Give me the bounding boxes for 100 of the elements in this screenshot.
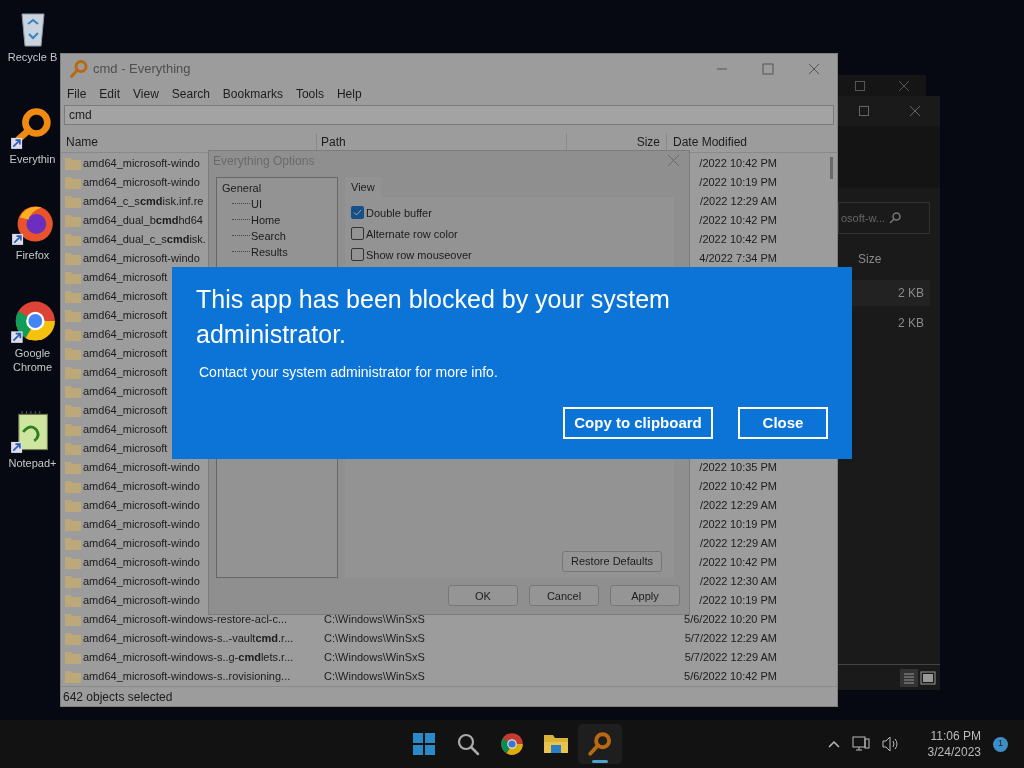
desktop-icon-label[interactable]: Notepad+ — [8, 456, 57, 470]
menu-item[interactable]: Edit — [99, 85, 121, 103]
file-name[interactable]: amd64_microsoft-windo — [83, 497, 200, 514]
tree-item[interactable]: Home — [251, 211, 281, 228]
file-name[interactable]: amd64_microsoft — [83, 440, 168, 457]
file-name[interactable]: amd64_microsoft — [83, 307, 168, 324]
menu-item[interactable]: Search — [171, 85, 210, 103]
dialog-button[interactable]: Copy to clipboard — [563, 407, 713, 439]
dialog-button[interactable]: OK — [448, 585, 518, 607]
date-modified: /2022 10:42 PM — [699, 555, 777, 571]
file-name[interactable]: amd64_microsoft-windo — [83, 250, 200, 267]
folder-icon — [65, 214, 81, 227]
menu-item[interactable]: Tools — [295, 85, 324, 103]
file-name[interactable]: amd64_microsoft — [83, 288, 168, 305]
file-name[interactable]: amd64_microsoft-windows-restore-acl-c... — [83, 611, 288, 628]
desktop-icon-label[interactable]: Recycle B — [7, 50, 58, 64]
folder-icon[interactable] — [543, 732, 569, 756]
checkbox[interactable] — [351, 248, 364, 262]
clock-date[interactable]: 3/24/2023 — [927, 744, 981, 760]
folder-icon — [65, 290, 81, 303]
details-view-icon[interactable] — [900, 668, 918, 687]
checkbox[interactable] — [351, 227, 364, 241]
column-header[interactable]: Size — [858, 250, 940, 270]
chevron-up-icon[interactable] — [827, 740, 840, 748]
file-name[interactable]: amd64_microsoft — [83, 402, 168, 419]
check-icon — [353, 208, 362, 218]
desktop-icon-label[interactable]: Google Chrome — [6, 346, 59, 374]
dialog-button[interactable]: Cancel — [529, 585, 599, 607]
date-modified: 5/7/2022 12:29 AM — [684, 650, 777, 666]
folder-icon — [65, 442, 81, 455]
dialog-button[interactable]: Close — [738, 407, 828, 439]
file-path: C:\Windows\WinSxS — [324, 612, 425, 628]
file-name[interactable]: amd64_microsoft-windo — [83, 535, 200, 552]
file-name[interactable]: amd64_microsoft — [83, 383, 168, 400]
file-name[interactable]: amd64_dual_c_scmdisk. — [83, 231, 206, 248]
file-name[interactable]: amd64_c_scmdisk.inf.re — [83, 193, 204, 210]
option-label: Alternate row color — [366, 226, 458, 242]
folder-icon — [65, 423, 81, 436]
menu-item[interactable]: Help — [336, 85, 362, 103]
file-name[interactable]: amd64_microsoft-windo — [83, 516, 200, 533]
folder-icon — [65, 347, 81, 360]
menu-item[interactable]: View — [133, 85, 159, 103]
folder-icon — [65, 233, 81, 246]
date-modified: 5/6/2022 10:20 PM — [684, 612, 777, 628]
folder-icon — [65, 385, 81, 398]
file-size: 2 KB — [897, 315, 925, 332]
file-name[interactable]: amd64_microsoft — [83, 364, 168, 381]
file-name[interactable]: amd64_microsoft — [83, 326, 168, 343]
tree-item[interactable]: UI — [251, 195, 262, 212]
maximize-icon[interactable] — [855, 80, 865, 91]
date-modified: /2022 12:30 AM — [699, 574, 777, 590]
file-name[interactable]: amd64_microsoft-windo — [83, 573, 200, 590]
file-name[interactable]: amd64_dual_bcmdhd64 — [83, 212, 203, 229]
checkbox[interactable] — [351, 206, 364, 220]
folder-icon — [65, 461, 81, 474]
folder-icon — [65, 176, 81, 189]
menu-item[interactable]: Bookmarks — [222, 85, 283, 103]
file-name[interactable]: amd64_microsoft-windo — [83, 554, 200, 571]
search-icon[interactable] — [456, 732, 480, 756]
folder-icon — [65, 537, 81, 550]
file-name[interactable]: amd64_microsoft-windo — [83, 459, 200, 476]
file-name[interactable]: amd64_microsoft-windo — [83, 592, 200, 609]
chrome-icon — [9, 298, 56, 344]
file-name[interactable]: amd64_microsoft — [83, 269, 168, 286]
clock-time[interactable]: 11:06 PM — [930, 728, 981, 744]
search-field[interactable]: cmd — [64, 105, 834, 125]
file-name[interactable]: amd64_microsoft-windows-s..g-cmdlets.r... — [83, 649, 294, 666]
dialog-button[interactable]: Apply — [610, 585, 680, 607]
chrome-icon[interactable] — [500, 732, 524, 756]
close-icon[interactable] — [899, 80, 909, 91]
date-modified: /2022 10:19 PM — [699, 175, 777, 191]
file-name[interactable]: amd64_microsoft-windo — [83, 478, 200, 495]
tree-item[interactable]: Results — [251, 243, 288, 260]
speaker-icon[interactable] — [881, 736, 900, 752]
desktop-icon-label[interactable]: Everythin — [9, 152, 56, 166]
maximize-icon[interactable] — [858, 106, 869, 116]
tree-item[interactable]: Search — [251, 227, 286, 244]
tree-item[interactable]: General — [222, 179, 262, 196]
menu-item[interactable]: File — [67, 85, 87, 103]
file-name[interactable]: amd64_microsoft — [83, 421, 168, 438]
desktop-icon-label[interactable]: Firefox — [15, 248, 50, 262]
taskbar-button[interactable] — [578, 724, 622, 764]
start-icon[interactable] — [412, 732, 436, 756]
magnifier-icon — [587, 731, 613, 757]
file-name[interactable]: amd64_microsoft — [83, 345, 168, 362]
date-modified: 5/6/2022 10:42 PM — [684, 669, 777, 685]
network-icon[interactable] — [851, 736, 870, 752]
close-icon[interactable] — [808, 62, 820, 75]
folder-icon — [65, 271, 81, 284]
scrollbar-thumb[interactable] — [830, 157, 833, 179]
column-header[interactable]: Date Modified — [667, 132, 748, 151]
restore-defaults-button[interactable]: Restore Defaults — [562, 550, 662, 572]
view-tab[interactable]: View — [345, 176, 381, 197]
preview-view-icon[interactable] — [920, 669, 936, 686]
notification-badge[interactable]: 1 — [993, 736, 1008, 752]
close-icon[interactable] — [909, 106, 920, 116]
file-name[interactable]: amd64_microsoft-windo — [83, 174, 200, 191]
file-name[interactable]: amd64_microsoft-windows-s..-vaultcmd.r... — [83, 630, 294, 647]
file-name[interactable]: amd64_microsoft-windo — [83, 155, 200, 172]
file-name[interactable]: amd64_microsoft-windows-s..rovisioning... — [83, 668, 291, 685]
